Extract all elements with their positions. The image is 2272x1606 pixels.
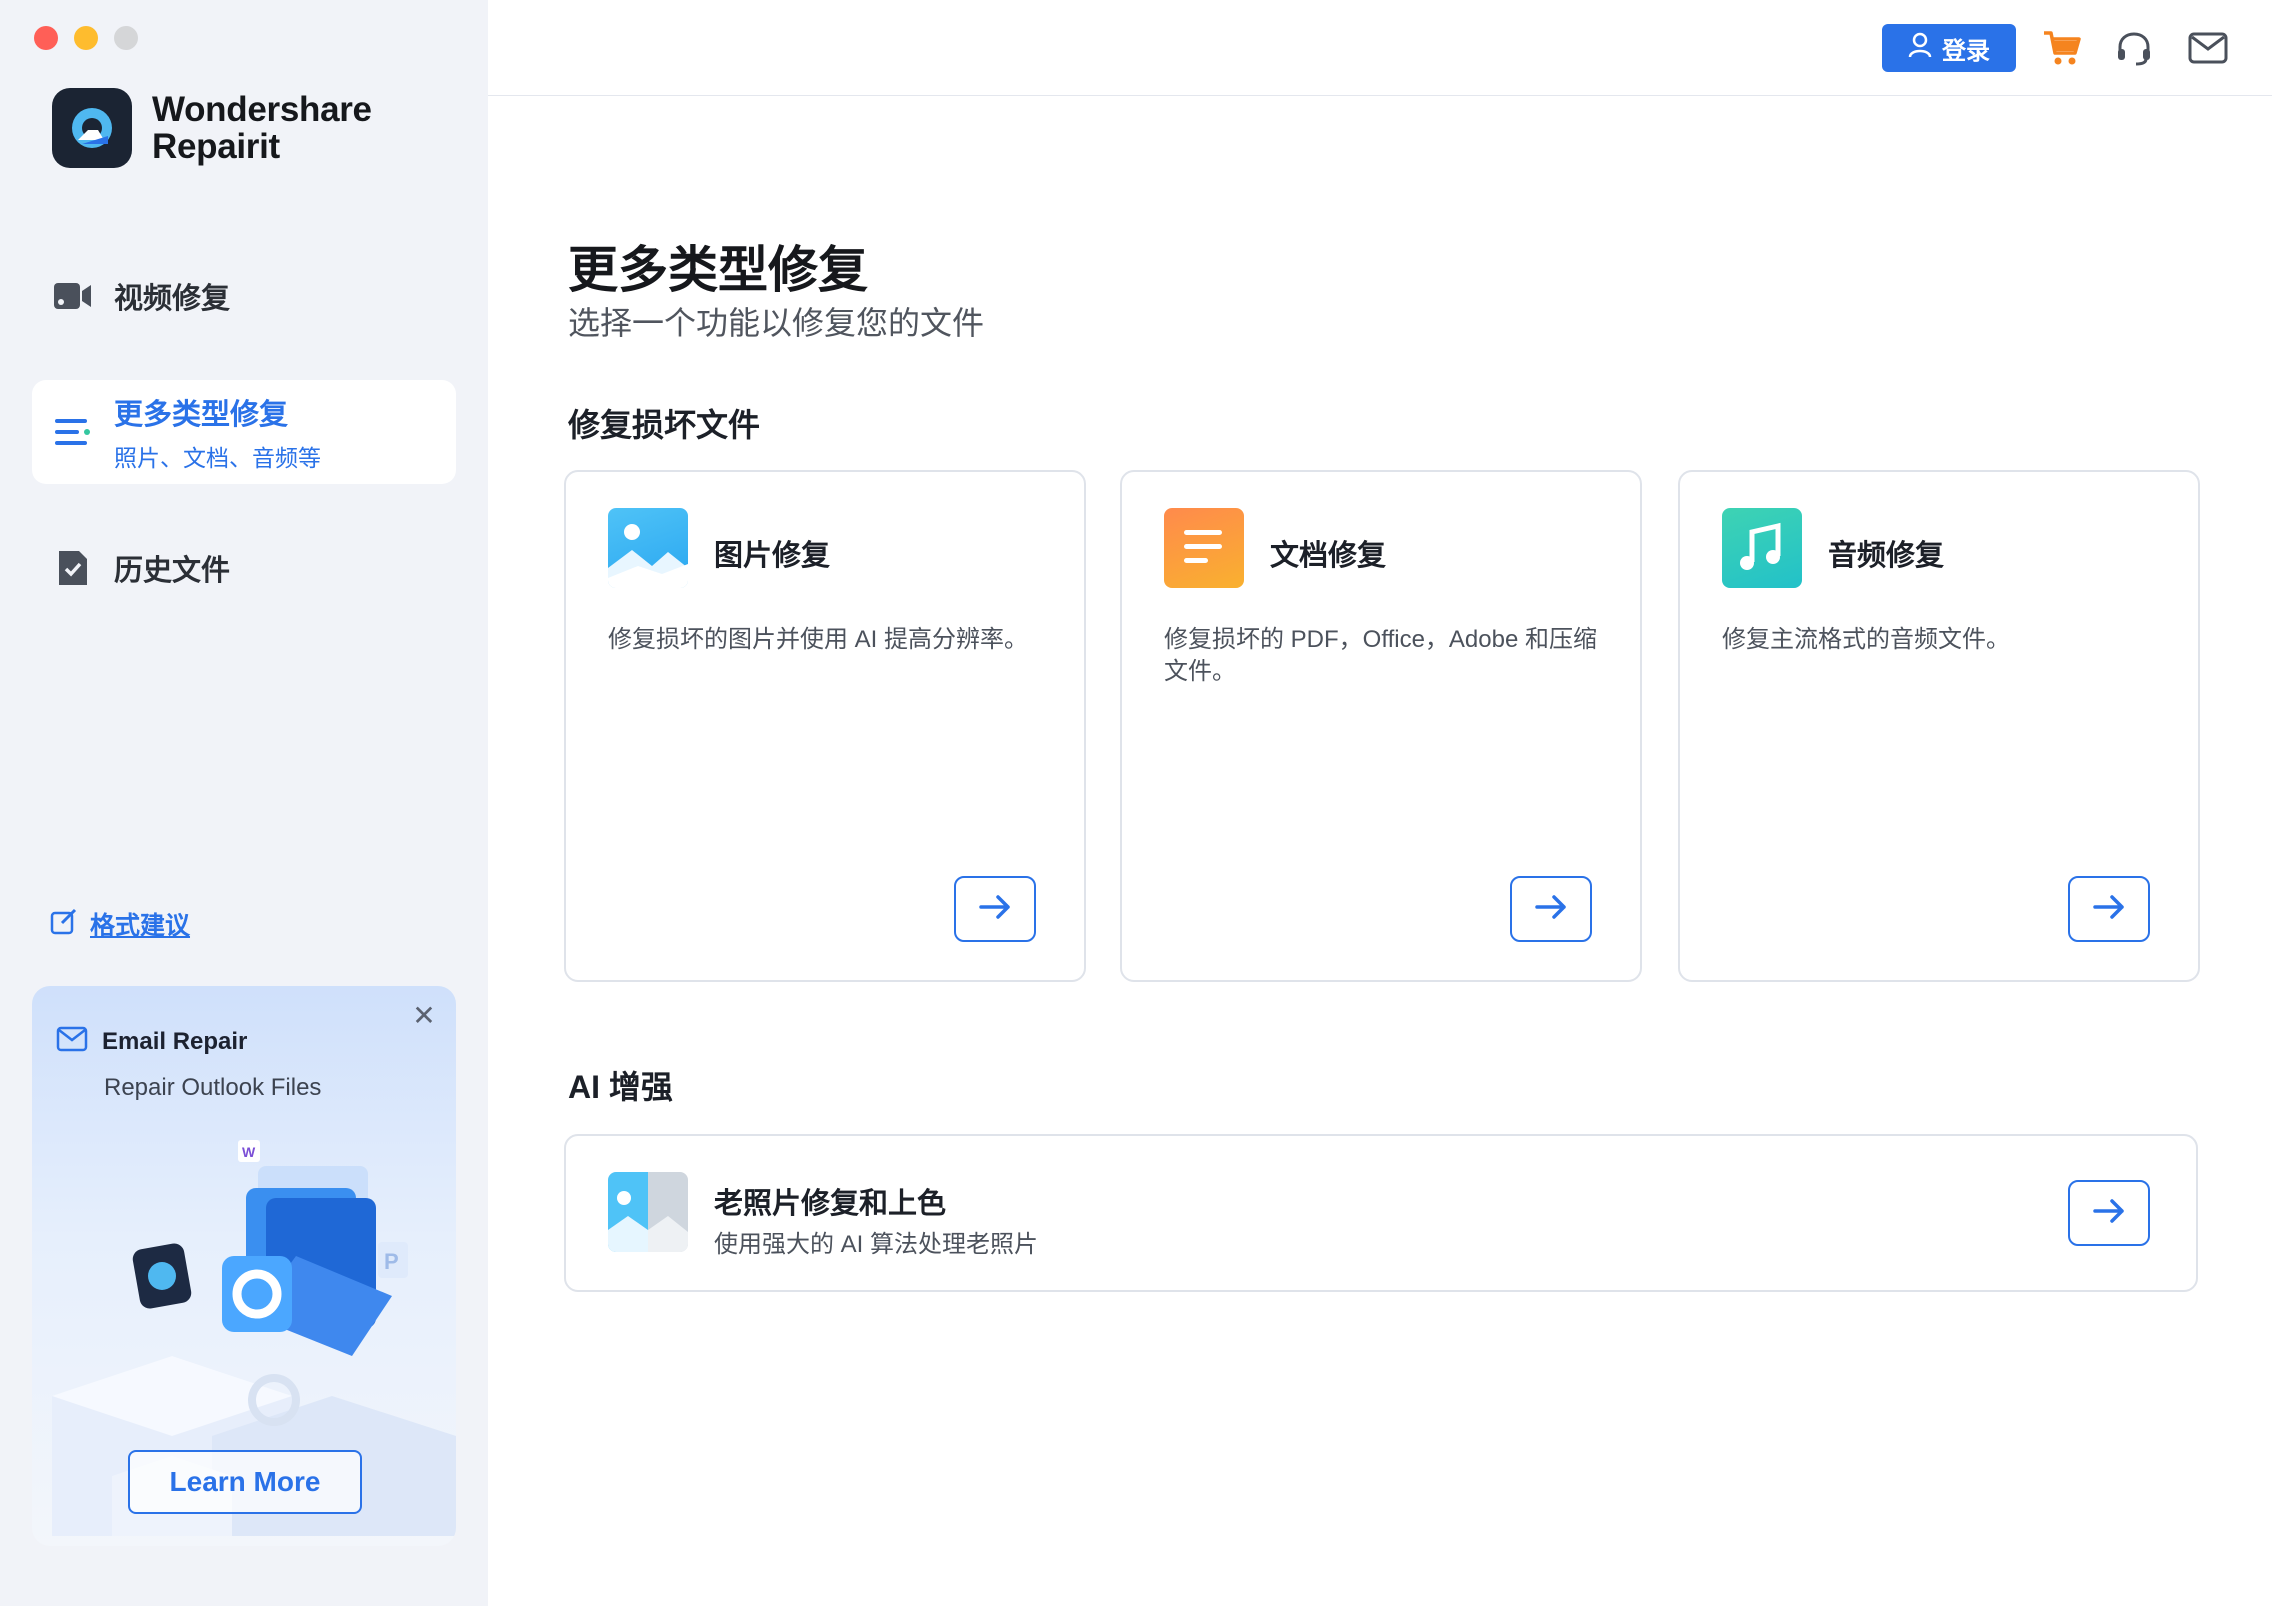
sidebar-item-history[interactable]: 历史文件 bbox=[32, 548, 456, 588]
video-camera-icon bbox=[54, 277, 92, 315]
cart-icon[interactable] bbox=[2040, 26, 2084, 70]
svg-text:W: W bbox=[242, 1144, 256, 1160]
arrow-right-icon bbox=[979, 894, 1011, 924]
card-title: 老照片修复和上色 bbox=[714, 1188, 947, 1220]
sidebar-item-video-repair[interactable]: 视频修复 bbox=[32, 276, 456, 316]
brand-line-1: Wondershare bbox=[152, 90, 372, 129]
card-image-repair[interactable]: 图片修复 修复损坏的图片并使用 AI 提高分辨率。 bbox=[564, 470, 1086, 982]
arrow-right-button[interactable] bbox=[954, 876, 1036, 942]
format-suggestion-link[interactable]: 格式建议 bbox=[50, 906, 190, 942]
login-label: 登录 bbox=[1942, 37, 1990, 65]
close-icon[interactable]: ✕ bbox=[408, 1000, 440, 1032]
card-title: 图片修复 bbox=[714, 540, 831, 572]
promo-subtitle: Repair Outlook Files bbox=[104, 1074, 322, 1101]
learn-more-button[interactable]: Learn More bbox=[128, 1450, 362, 1514]
card-old-photo-restore[interactable]: 老照片修复和上色 使用强大的 AI 算法处理老照片 bbox=[564, 1134, 2198, 1292]
envelope-icon bbox=[56, 1026, 88, 1057]
promo-title: Email Repair bbox=[102, 1027, 248, 1055]
edit-icon bbox=[50, 908, 78, 941]
promo-header: Email Repair bbox=[56, 1026, 247, 1057]
arrow-right-button[interactable] bbox=[2068, 876, 2150, 942]
arrow-right-button[interactable] bbox=[1510, 876, 1592, 942]
card-description: 使用强大的 AI 算法处理老照片 bbox=[714, 1231, 1039, 1258]
repairit-logo-icon bbox=[52, 88, 132, 168]
sidebar-item-label: 历史文件 bbox=[114, 555, 231, 587]
image-icon bbox=[608, 508, 688, 588]
format-suggestion-label: 格式建议 bbox=[90, 912, 191, 940]
sidebar-item-label: 视频修复 bbox=[114, 283, 231, 315]
main-content: 更多类型修复 选择一个功能以修复您的文件 修复损坏文件 图片修复 修复损坏的图片… bbox=[488, 96, 2272, 1606]
arrow-right-button[interactable] bbox=[2068, 1180, 2150, 1246]
brand: Wondershare Repairit bbox=[52, 88, 372, 168]
menu-lines-icon bbox=[54, 413, 92, 451]
user-icon bbox=[1908, 32, 1932, 65]
sidebar: Wondershare Repairit 视频修复 更多类型修复 照片、文档、音… bbox=[0, 0, 488, 1606]
window-controls bbox=[34, 26, 138, 50]
headset-icon[interactable] bbox=[2112, 26, 2156, 70]
arrow-right-icon bbox=[2093, 894, 2125, 924]
music-icon bbox=[1722, 508, 1802, 588]
brand-name: Wondershare Repairit bbox=[152, 91, 372, 165]
document-icon bbox=[1164, 508, 1244, 588]
arrow-right-icon bbox=[2093, 1198, 2125, 1228]
mail-icon[interactable] bbox=[2186, 26, 2230, 70]
minimize-window-button[interactable] bbox=[74, 26, 98, 50]
page-title: 更多类型修复 bbox=[568, 242, 868, 298]
card-audio-repair[interactable]: 音频修复 修复主流格式的音频文件。 bbox=[1678, 470, 2200, 982]
close-window-button[interactable] bbox=[34, 26, 58, 50]
section-title-repair: 修复损坏文件 bbox=[568, 407, 761, 443]
page-subtitle: 选择一个功能以修复您的文件 bbox=[568, 305, 985, 341]
section-title-ai: AI 增强 bbox=[568, 1069, 673, 1105]
app-window: Wondershare Repairit 视频修复 更多类型修复 照片、文档、音… bbox=[0, 0, 2272, 1606]
arrow-right-icon bbox=[1535, 894, 1567, 924]
card-description: 修复损坏的 PDF，Office，Adobe 和压缩文件。 bbox=[1164, 626, 1597, 685]
zoom-window-button[interactable] bbox=[114, 26, 138, 50]
email-repair-promo: ✕ Email Repair Repair Outlook Files P W … bbox=[32, 986, 456, 1546]
card-document-repair[interactable]: 文档修复 修复损坏的 PDF，Office，Adobe 和压缩文件。 bbox=[1120, 470, 1642, 982]
svg-text:P: P bbox=[384, 1249, 399, 1274]
sidebar-item-label: 更多类型修复 bbox=[114, 399, 289, 431]
card-title: 文档修复 bbox=[1270, 540, 1387, 572]
card-description: 修复损坏的图片并使用 AI 提高分辨率。 bbox=[608, 626, 1029, 653]
old-photo-icon bbox=[608, 1172, 688, 1252]
file-check-icon bbox=[54, 549, 92, 587]
top-bar: 登录 bbox=[488, 0, 2272, 96]
sidebar-item-sublabel: 照片、文档、音频等 bbox=[114, 445, 321, 471]
sidebar-item-more-repair[interactable]: 更多类型修复 照片、文档、音频等 bbox=[32, 380, 456, 484]
login-button[interactable]: 登录 bbox=[1882, 24, 2016, 72]
card-description: 修复主流格式的音频文件。 bbox=[1722, 626, 2010, 653]
card-title: 音频修复 bbox=[1828, 540, 1945, 572]
brand-line-2: Repairit bbox=[152, 127, 280, 166]
